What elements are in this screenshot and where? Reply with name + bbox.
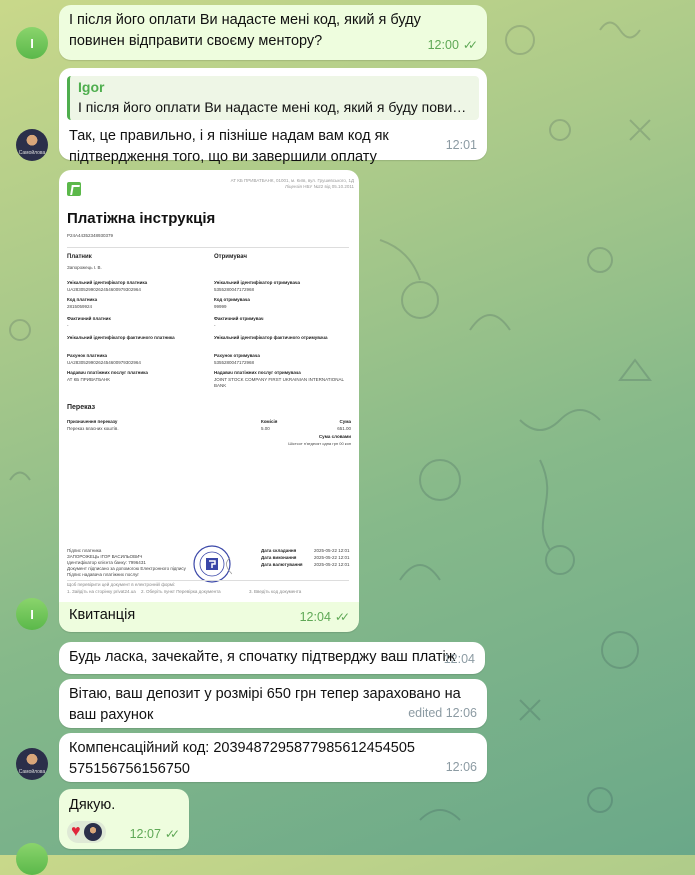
date-created: 2025-05-22 12:01 [314,548,350,553]
privatbank-logo [67,182,81,196]
message-text: Компенсаційний код: 20394872958779856124… [69,740,415,777]
message-meta: 12:04 ✓✓ [299,607,350,628]
caption-bubble[interactable]: Квитанція 12:04 ✓✓ [59,602,359,632]
user-initial: I [30,35,34,51]
message-time: 12:04 [299,610,331,624]
double-check-icon: ✓✓ [334,610,350,624]
transfer-title: Переказ [67,404,96,411]
footer-line-2: 1. Зайдіть на сторінку privat24.ua [67,589,136,594]
double-check-icon: ✓✓ [462,38,478,52]
message-meta: edited 12:06 [408,703,477,724]
recv-bank: JOINT STOCK COMPANY FIRST UKRAINIAN INTE… [214,377,344,388]
sum: 651.00 [337,426,351,431]
message-bubble[interactable]: І після його оплати Ви надасте мені код,… [59,5,487,60]
date-valid-label: Дата валютування [261,562,303,567]
date-created-label: Дата складання [261,548,297,553]
message-bubble[interactable]: Компенсаційний код: 20394872958779856124… [59,733,487,782]
reactions[interactable]: ♥ [67,821,106,843]
signature-line-5: Підпис надавача платіжних послуг [67,572,140,577]
doc-number: P24A44352348930379 [67,233,114,238]
divider [67,247,349,248]
footer-line-1: Щоб перевірити цей документ в електронні… [67,582,176,587]
message-bubble[interactable]: Вітаю, ваш депозит у розмірі 650 грн теп… [59,679,487,728]
receiver-title: Отримувач [214,254,247,260]
reply-text: І після його оплати Ви надасте мені код,… [78,99,473,115]
peer-avatar-label: Самойлова [18,150,46,156]
message-time: 12:06 [445,760,477,774]
recv-code: 99999 [214,304,227,309]
doc-header-line-2: Ліцензія НБУ №22 від 05.10.2011 [285,184,354,189]
date-valid: 2025-05-22 12:01 [314,562,350,567]
message-bubble[interactable]: Дякую. ♥ 12:07 ✓✓ [59,789,189,849]
recv-account: 5355280047172968 [214,360,255,365]
message-text: Дякую. [69,797,116,813]
double-check-icon: ✓✓ [164,827,180,841]
reply-author: Igor [78,79,105,95]
recv-id: 5355280047172968 [214,287,255,292]
peer-avatar-label: Самойлова [18,769,46,775]
purpose: Переказ власних коштів. [67,426,119,431]
payer-id: UA283052990262454600979302964 [67,287,141,292]
message-time: 12:00 [427,38,459,52]
message-bubble[interactable]: Igor І після його оплати Ви надасте мені… [59,68,487,165]
message-text: Так, це правильно, і я пізніше надам вам… [69,128,389,165]
payer-id-label: Унікальний ідентифікатор платника [67,280,148,285]
recv-code-label: Код отримувача [214,297,250,302]
payer-code-label: Код платника [67,297,98,302]
payer-bank: АТ КБ ПРИВАТБАНК [67,377,110,382]
date-exec-label: Дата виконання [261,555,297,560]
recv-bank-label: Надавач платіжних послуг отримувача [214,370,301,375]
bank-stamp [193,545,232,583]
receipt-image[interactable]: АТ КБ ПРИВАТБАНК, 01001, м. Київ, вул. Г… [59,170,359,602]
recv-id-label: Унікальний ідентифікатор отримувача [214,280,300,285]
footer-line-4: 3. Введіть код документа [249,589,302,594]
fee: 5.00 [261,426,270,431]
sum-words-label: Сума словами [318,434,351,439]
sum-label: Сума [339,419,351,424]
reply-quote[interactable]: Igor І після його оплати Ви надасте мені… [67,76,479,120]
recv-account-label: Рахунок отримувача [214,353,260,358]
message-meta: 12:04 [444,649,475,670]
message-meta: 12:01 [446,135,477,156]
peer-avatar[interactable]: Самойлова [16,129,48,161]
doc-title: Платіжна інструкція [67,210,216,227]
actual-recv: - [214,323,216,328]
date-exec: 2025-05-22 12:01 [314,555,350,560]
reactor-avatar [83,823,102,841]
actual-recv-label: Фактичний отримувач [214,316,264,321]
message-meta: 12:07 ✓✓ [129,824,180,845]
payer-account-label: Рахунок платника [67,353,107,358]
message-meta: 12:06 [446,757,477,778]
message-bubble[interactable]: Будь ласка, зачекайте, я спочатку підтве… [59,642,485,674]
user-avatar[interactable] [16,843,48,875]
actual-recv-id-label: Унікальний ідентифікатор фактичного отри… [214,335,328,340]
payer-code: 2815059924 [67,304,93,309]
message-time: 12:07 [129,827,161,841]
actual-payer-id-label: Унікальний ідентифікатор фактичного плат… [67,335,175,340]
heart-reaction-icon[interactable]: ♥ [71,823,81,841]
fee-label: Комісія [261,419,278,424]
payer-name: Запорожець І. В. [67,265,102,270]
message-time: 12:04 [443,652,475,666]
message-meta: 12:00 ✓✓ [427,35,478,56]
actual-payer: - [67,323,69,328]
message-time: edited 12:06 [408,706,477,720]
purpose-label: Призначення переказу [67,419,118,424]
peer-avatar[interactable]: Самойлова [16,748,48,780]
actual-payer-label: Фактичний платник [67,316,111,321]
message-time: 12:01 [445,138,477,152]
payer-bank-label: Надавач платіжних послуг платника [67,370,148,375]
message-text: І після його оплати Ви надасте мені код,… [69,12,421,49]
user-avatar[interactable]: I [16,598,48,630]
payer-title: Платник [67,254,92,260]
sum-words: Шістсот п'ятдесят одна грн 00 коп [288,441,351,446]
user-avatar[interactable]: I [16,27,48,59]
message-text: Будь ласка, зачекайте, я спочатку підтве… [69,649,456,665]
divider [67,580,349,581]
payer-account: UA283052990262454600979302964 [67,360,141,365]
user-initial: I [30,606,34,622]
footer-line-3: 2. Оберіть пункт Перевірка документа [141,589,221,594]
